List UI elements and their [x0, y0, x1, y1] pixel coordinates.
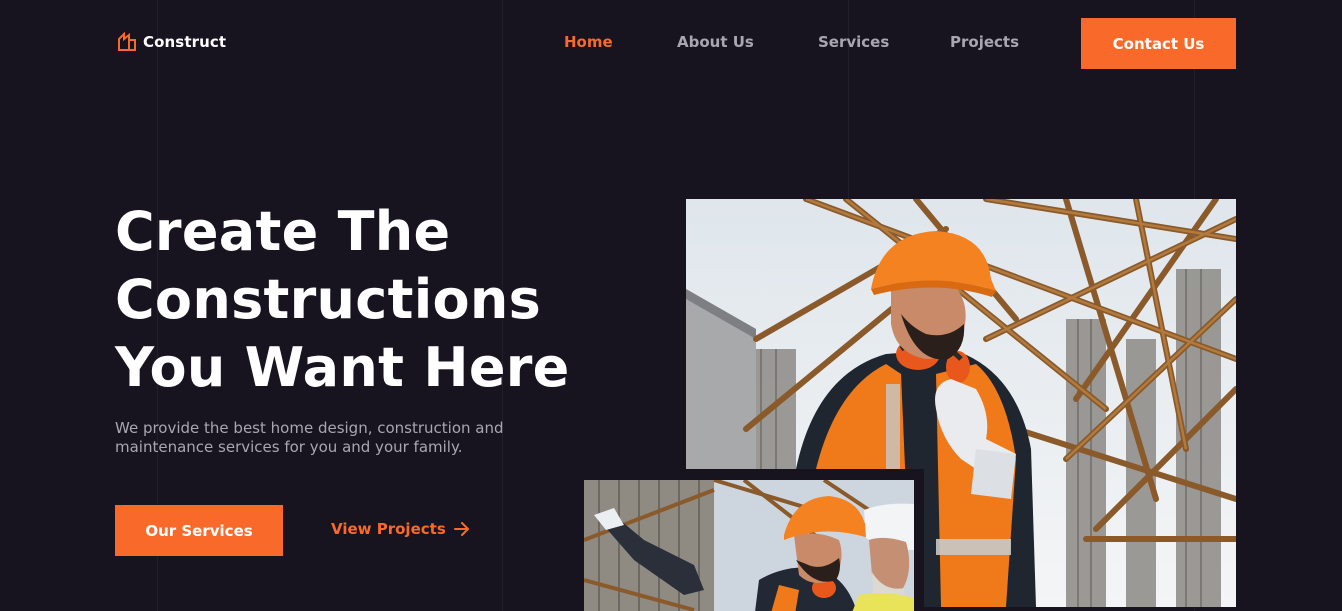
hero-description: We provide the best home design, constru… [115, 419, 504, 456]
arrow-right-icon [453, 522, 470, 536]
hero-title-line: Create The [115, 200, 451, 263]
hero-title-line: Constructions [115, 268, 542, 331]
nav-about-us[interactable]: About Us [677, 33, 754, 51]
hero-title: Create The Constructions You Want Here [115, 198, 635, 402]
landing-page: Construct Home About Us Services Project… [0, 0, 1342, 611]
nav-projects[interactable]: Projects [950, 33, 1019, 51]
hero-title-line: You Want Here [115, 336, 570, 399]
view-projects-link[interactable]: View Projects [331, 520, 470, 538]
nav-home[interactable]: Home [564, 33, 613, 51]
nav-services[interactable]: Services [818, 33, 889, 51]
contact-us-button[interactable]: Contact Us [1081, 18, 1236, 69]
workers-pointing-photo [584, 480, 914, 611]
view-projects-label: View Projects [331, 520, 446, 538]
our-services-button[interactable]: Our Services [115, 505, 283, 556]
